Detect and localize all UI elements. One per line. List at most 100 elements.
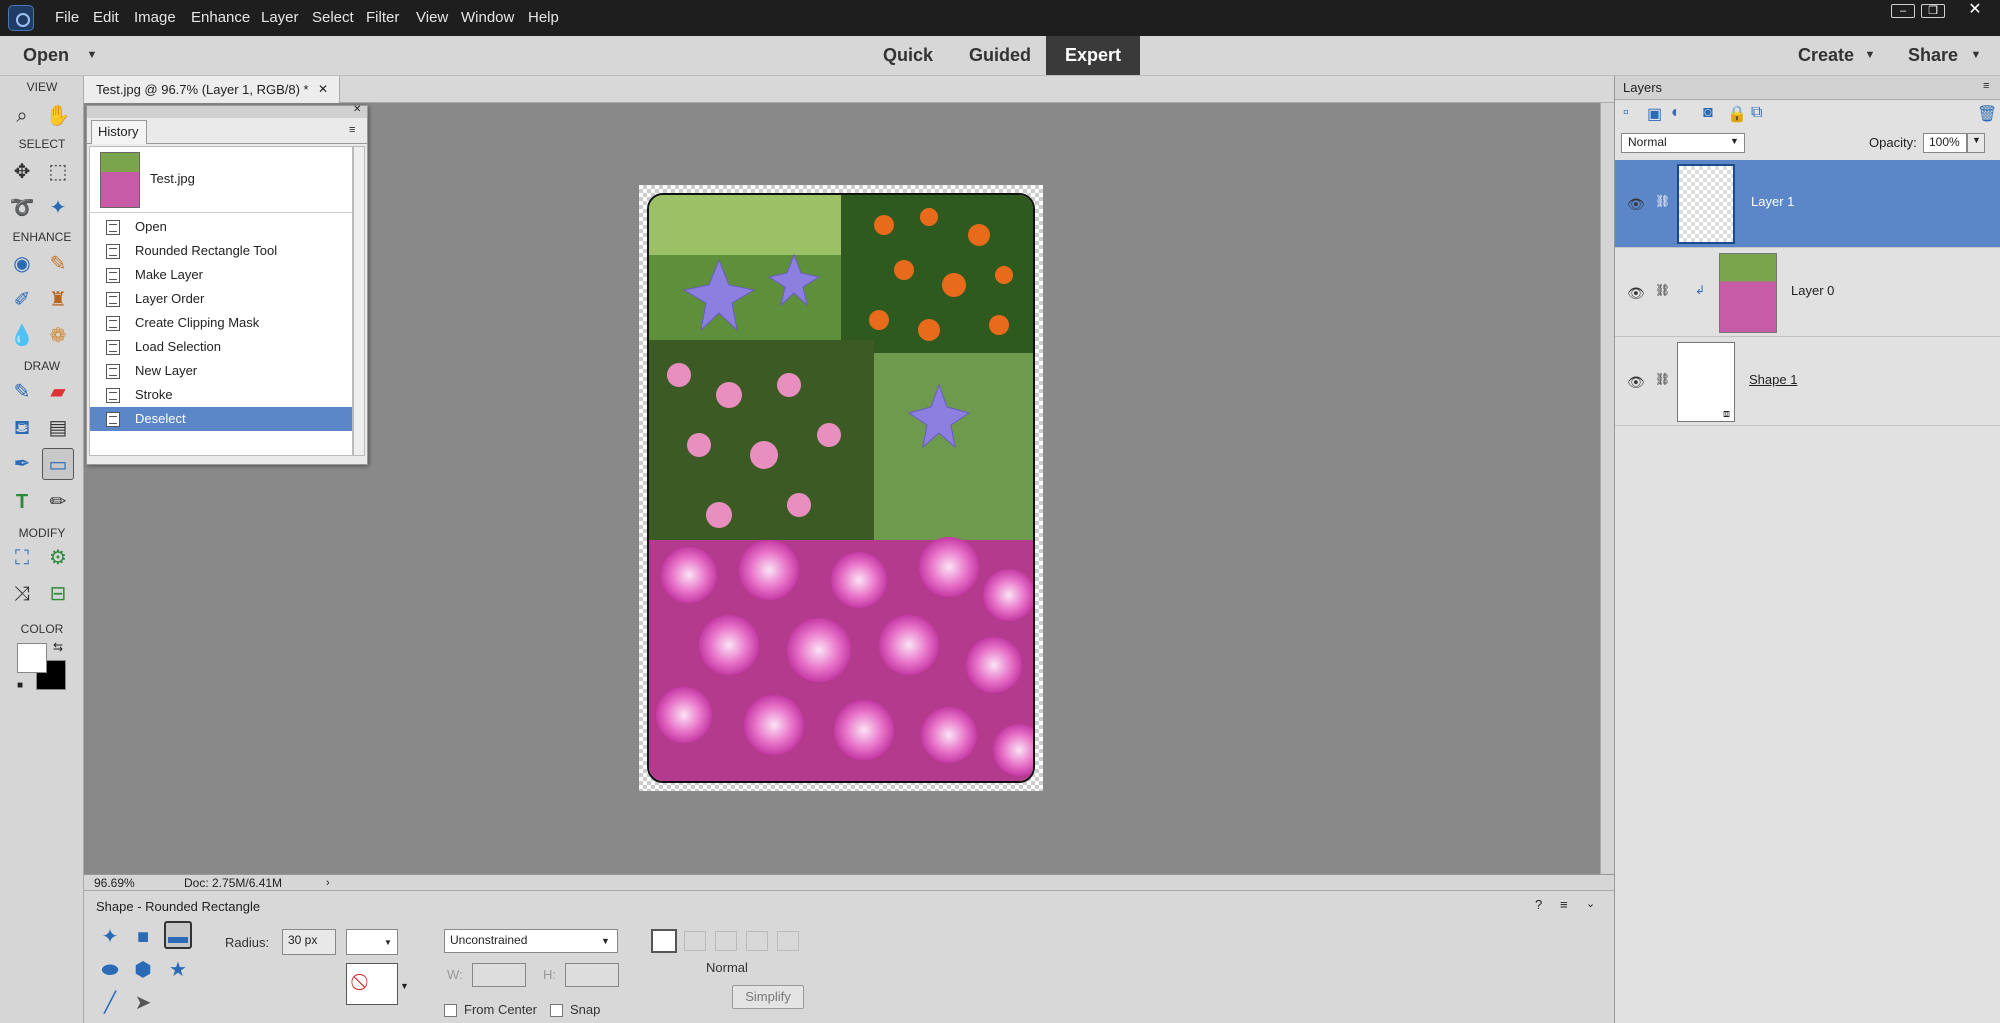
new-shape-layer-icon[interactable] — [651, 929, 677, 953]
close-tab-icon[interactable]: ✕ — [318, 76, 328, 103]
link-icon[interactable]: ⛓ — [1655, 283, 1670, 297]
brush-icon[interactable]: ✎ — [6, 376, 38, 408]
link-icon[interactable]: ⛓ — [1655, 194, 1670, 208]
add-to-shape-icon[interactable] — [684, 931, 706, 951]
share-dropdown-icon[interactable]: ▼ — [1968, 36, 1984, 75]
width-input[interactable] — [472, 963, 526, 987]
history-snapshot[interactable]: Test.jpg — [90, 147, 352, 213]
menu-image[interactable]: Image — [134, 9, 176, 26]
chevron-down-icon[interactable]: ▼ — [400, 981, 409, 991]
hand-tool-icon[interactable]: ✋ — [42, 100, 74, 132]
exclude-shape-icon[interactable] — [777, 931, 799, 951]
shape-tool-icon[interactable]: ▭ — [42, 448, 74, 480]
delete-layer-icon[interactable]: 🗑 — [1977, 104, 1997, 124]
rectangle-shape-icon[interactable]: ■ — [129, 923, 157, 951]
red-eye-icon[interactable]: ◉ — [6, 248, 38, 280]
open-dropdown-icon[interactable]: ▼ — [84, 36, 100, 75]
opacity-input[interactable]: 100% — [1923, 133, 1967, 153]
height-input[interactable] — [565, 963, 619, 987]
snap-checkbox[interactable] — [550, 1004, 563, 1017]
zoom-tool-icon[interactable]: ⌕ — [6, 100, 38, 132]
simplify-button[interactable]: Simplify — [732, 985, 804, 1009]
visibility-icon[interactable]: 👁 — [1627, 196, 1645, 213]
spot-healing-icon[interactable]: ✎ — [42, 248, 74, 280]
history-panel-header[interactable]: ✕ — [87, 104, 367, 118]
eyedropper-icon[interactable]: ✒ — [6, 448, 38, 480]
tab-history[interactable]: History — [91, 120, 147, 144]
star-shape-icon[interactable]: ★ — [164, 956, 192, 984]
new-layer-icon[interactable]: ▫ — [1623, 104, 1629, 122]
constraint-select[interactable]: Unconstrained ▼ — [444, 929, 618, 953]
link-icon[interactable]: ⛓ — [1655, 372, 1670, 386]
history-step[interactable]: Create Clipping Mask — [90, 311, 352, 335]
sponge-icon[interactable]: ❁ — [42, 320, 74, 352]
layer-row[interactable]: 👁 ⛓ Layer 1 — [1615, 160, 2000, 248]
from-center-checkbox[interactable] — [444, 1004, 457, 1017]
image-canvas[interactable] — [639, 185, 1043, 791]
document-tab[interactable]: Test.jpg @ 96.7% (Layer 1, RGB/8) * ✕ — [84, 76, 340, 103]
history-step[interactable]: Open — [90, 215, 352, 239]
straighten-icon[interactable]: ⊟ — [42, 578, 74, 610]
history-step[interactable]: Make Layer — [90, 263, 352, 287]
menu-filter[interactable]: Filter — [366, 9, 399, 26]
color-swatch-select[interactable]: ▼ — [346, 929, 398, 955]
stroke-style-swatch[interactable]: ⃠ — [346, 963, 398, 1005]
line-shape-icon[interactable]: ╱ — [96, 989, 124, 1017]
menu-help[interactable]: Help — [528, 9, 559, 26]
collapse-icon[interactable]: ⌄ — [1586, 897, 1595, 910]
visibility-icon[interactable]: 👁 — [1627, 374, 1645, 391]
help-icon[interactable]: ? — [1535, 897, 1542, 912]
intersect-shape-icon[interactable] — [746, 931, 768, 951]
paint-bucket-icon[interactable]: ⛾ — [6, 412, 38, 444]
menu-edit[interactable]: Edit — [93, 9, 119, 26]
visibility-icon[interactable]: 👁 — [1627, 285, 1645, 302]
history-step[interactable]: Load Selection — [90, 335, 352, 359]
marquee-tool-icon[interactable]: ⬚ — [42, 156, 74, 188]
content-move-icon[interactable]: ⤨ — [6, 578, 38, 610]
gradient-icon[interactable]: ▤ — [42, 412, 74, 444]
close-icon[interactable]: ✕ — [1963, 2, 1987, 18]
menu-select[interactable]: Select — [312, 9, 354, 26]
tab-layers[interactable]: Layers — [1623, 80, 1662, 95]
menu-enhance[interactable]: Enhance — [191, 9, 250, 26]
create-dropdown-icon[interactable]: ▼ — [1862, 36, 1878, 75]
pencil-icon[interactable]: ✏ — [42, 486, 74, 518]
tab-expert[interactable]: Expert — [1046, 36, 1140, 75]
menu-view[interactable]: View — [416, 9, 448, 26]
lasso-tool-icon[interactable]: ➰ — [6, 192, 38, 224]
menu-file[interactable]: File — [55, 9, 79, 26]
ellipse-shape-icon[interactable]: ⬬ — [96, 956, 124, 984]
layer-row[interactable]: 👁 ⛓ ↲ Layer 0 — [1615, 249, 2000, 337]
polygon-shape-icon[interactable]: ⬢ — [129, 956, 157, 984]
menu-window[interactable]: Window — [461, 9, 514, 26]
close-history-icon[interactable]: ✕ — [353, 104, 361, 115]
tab-quick[interactable]: Quick — [873, 36, 943, 75]
history-step[interactable]: Stroke — [90, 383, 352, 407]
history-step[interactable]: Layer Order — [90, 287, 352, 311]
status-arrow-icon[interactable]: › — [326, 875, 330, 891]
recompose-icon[interactable]: ⚙ — [42, 542, 74, 574]
clone-stamp-icon[interactable]: ♜ — [42, 284, 74, 316]
rounded-rectangle-shape-icon[interactable]: ▬ — [164, 921, 192, 949]
swap-colors-icon[interactable]: ⇆ — [53, 640, 63, 654]
blend-mode-select[interactable]: Normal ▼ — [1621, 133, 1745, 153]
history-step[interactable]: Rounded Rectangle Tool — [90, 239, 352, 263]
layer-row[interactable]: 👁 ⛓ ⧈ Shape 1 — [1615, 338, 2000, 426]
zoom-level[interactable]: 96.69% — [94, 875, 135, 891]
options-menu-icon[interactable]: ≡ — [1560, 897, 1568, 912]
vertical-scrollbar[interactable] — [1600, 103, 1614, 874]
lock-transparency-icon[interactable]: ⧉ — [1751, 104, 1762, 122]
lock-icon[interactable]: 🔒 — [1727, 104, 1747, 124]
custom-shape-icon[interactable]: ✦ — [96, 923, 124, 951]
history-scrollbar[interactable] — [353, 146, 365, 456]
layer-mask-icon[interactable]: ◙ — [1703, 104, 1713, 122]
opacity-dropdown-icon[interactable]: ▼ — [1967, 133, 1985, 153]
crop-icon[interactable]: ⛶ — [6, 542, 38, 574]
menu-layer[interactable]: Layer — [261, 9, 299, 26]
magic-wand-icon[interactable]: ✦ — [42, 192, 74, 224]
new-group-icon[interactable]: ▣ — [1647, 104, 1662, 124]
history-step[interactable]: New Layer — [90, 359, 352, 383]
move-tool-icon[interactable]: ✥ — [6, 156, 38, 188]
adjustment-layer-icon[interactable]: ◐ — [1671, 104, 1681, 122]
tab-guided[interactable]: Guided — [960, 36, 1040, 75]
